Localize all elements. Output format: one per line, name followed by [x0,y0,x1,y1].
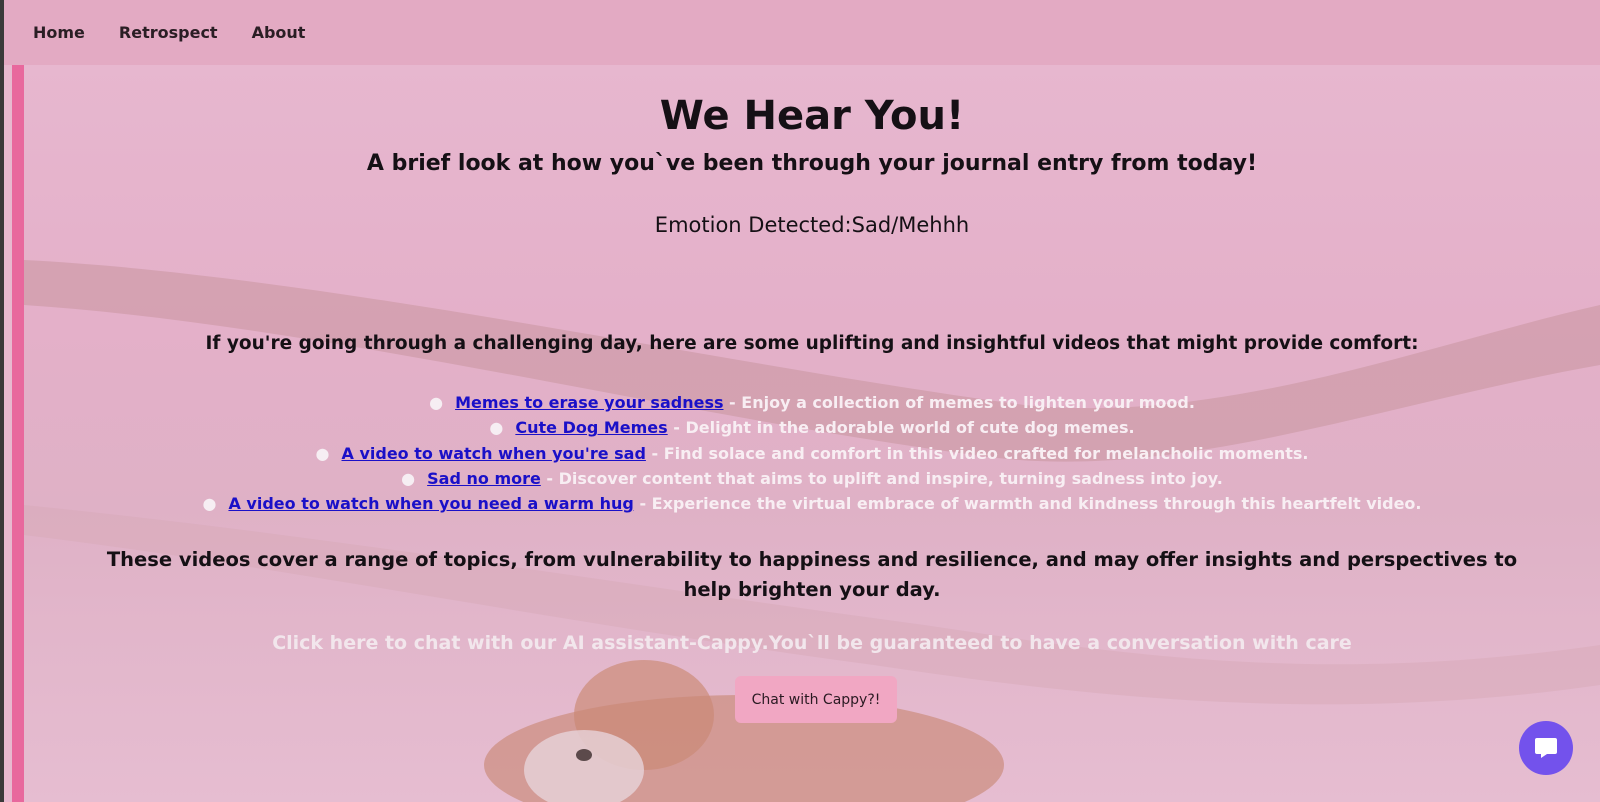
bullet-icon: ● [202,494,217,514]
bullet-icon: ● [315,443,330,463]
video-link-sad[interactable]: A video to watch when you're sad [342,444,646,463]
chat-bubble-icon [1535,738,1557,758]
video-description: - Discover content that aims to uplift a… [540,468,1223,488]
nav-retrospect-link[interactable]: Retrospect [119,23,218,42]
list-item: ● A video to watch when you're sad - Find… [24,441,1600,466]
video-link-cute-dog[interactable]: Cute Dog Memes [515,418,667,437]
chat-cta-text: Click here to chat with our AI assistant… [272,632,1352,654]
list-item: ● A video to watch when you need a warm h… [24,491,1600,516]
browser-viewport: Home Retrospect About We Hear You! A bri… [4,0,1600,802]
list-item: ● Cute Dog Memes - Delight in the adorabl… [24,415,1600,440]
video-link-memes[interactable]: Memes to erase your sadness [455,393,723,412]
videos-intro: If you're going through a challenging da… [205,333,1419,354]
top-navbar: Home Retrospect About [4,0,1600,65]
emotion-detected: Emotion Detected:Sad/Mehhh [654,213,970,237]
list-item: ● Memes to erase your sadness - Enjoy a c… [24,390,1600,415]
bullet-icon: ● [489,418,504,438]
video-link-sad-no-more[interactable]: Sad no more [427,469,541,488]
nav-home-link[interactable]: Home [33,23,85,42]
video-link-warm-hug[interactable]: A video to watch when you need a warm hu… [228,494,633,513]
nav-about-link[interactable]: About [252,23,306,42]
bullet-icon: ● [429,393,444,412]
chat-with-cappy-button[interactable]: Chat with Cappy?! [735,676,897,723]
list-item: ● Sad no more - Discover content that aim… [24,466,1600,491]
videos-outro: These videos cover a range of topics, fr… [106,548,1518,601]
page-title: We Hear You! [659,93,965,139]
video-list: ● Memes to erase your sadness - Enjoy a c… [24,390,1600,516]
page-subtitle: A brief look at how you`ve been through … [366,151,1258,176]
video-description: - Enjoy a collection of memes to lighten… [723,393,1195,412]
video-description: - Find solace and comfort in this video … [645,443,1309,463]
chat-widget-button[interactable] [1519,721,1573,775]
main-content: We Hear You! A brief look at how you`ve … [12,65,1600,802]
video-description: - Delight in the adorable world of cute … [667,418,1135,438]
video-description: - Experience the virtual embrace of warm… [633,494,1422,514]
bullet-icon: ● [401,468,416,488]
